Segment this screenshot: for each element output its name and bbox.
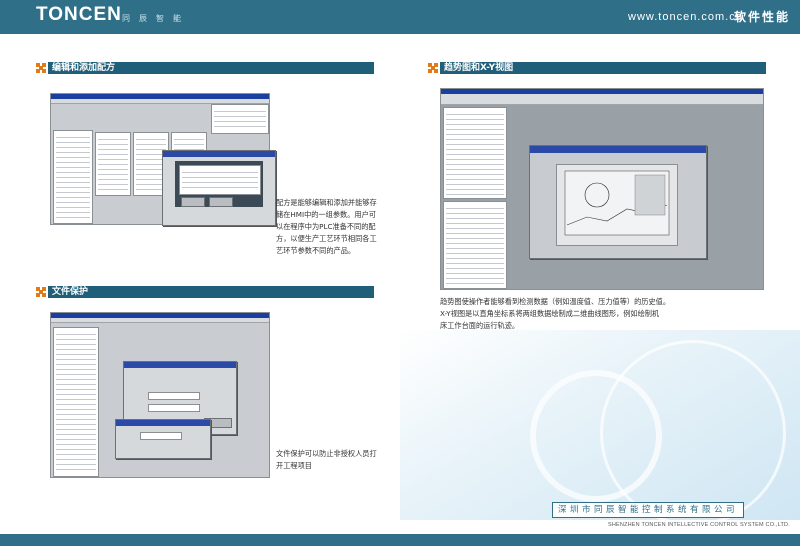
left-tree-pane [53,327,99,477]
file-protection-screenshot [50,312,270,478]
properties-pane [211,104,269,134]
recipe-dialog-button-2 [209,197,233,207]
footer-bar [0,534,800,546]
left-tree-pane [443,107,507,199]
decorative-background [400,330,800,526]
section-bullet-icon [36,287,46,297]
company-name-cn: 深圳市同辰智能控制系统有限公司 [552,502,744,518]
password-dialog [115,419,211,459]
recipe-list-pane [95,132,131,196]
recipe-dialog-list [179,165,261,195]
recipe-description: 配方是能够编辑和添加并能够存 储在HMI中的一组参数。用户可 以在程序中为PLC… [276,198,377,255]
header-slogan: 软件性能 [734,10,791,24]
password-field [148,392,200,400]
trend-plot [564,170,670,236]
file-protection-description: 文件保护可以防止非授权人员打 开工程项目 [276,449,377,470]
brand-logo: TONCEN [36,4,122,25]
password-confirm-field [148,404,200,412]
section-bullet-icon [428,63,438,73]
website-url: www.toncen.com.cn [628,11,743,23]
trend-screenshot [440,88,764,290]
brand-chinese-name: 同辰智能 [122,14,190,23]
trend-screen [556,164,678,246]
section-bar-file-protection [48,286,374,298]
company-name-en: SHENZHEN TONCEN INTELLECTIVE CONTROL SYS… [608,522,790,528]
page-header: TONCEN 同辰智能 www.toncen.com.cn 软件性能 [0,0,800,34]
section-title-trend: 趋势图和X-Y视图 [444,63,514,73]
hmi-preview-panel [529,145,707,259]
recipe-dialog [162,150,276,226]
left-tree-pane [53,130,93,224]
properties-pane [443,201,507,289]
recipe-dialog-button [181,197,205,207]
section-title-file-protection: 文件保护 [52,287,89,297]
section-bullet-icon [36,63,46,73]
trend-description: 趋势图使操作者能够看到检测数据（例如温度值、压力值等）的历史值。 X-Y视图是以… [440,297,671,330]
section-title-recipe: 编辑和添加配方 [52,63,116,73]
